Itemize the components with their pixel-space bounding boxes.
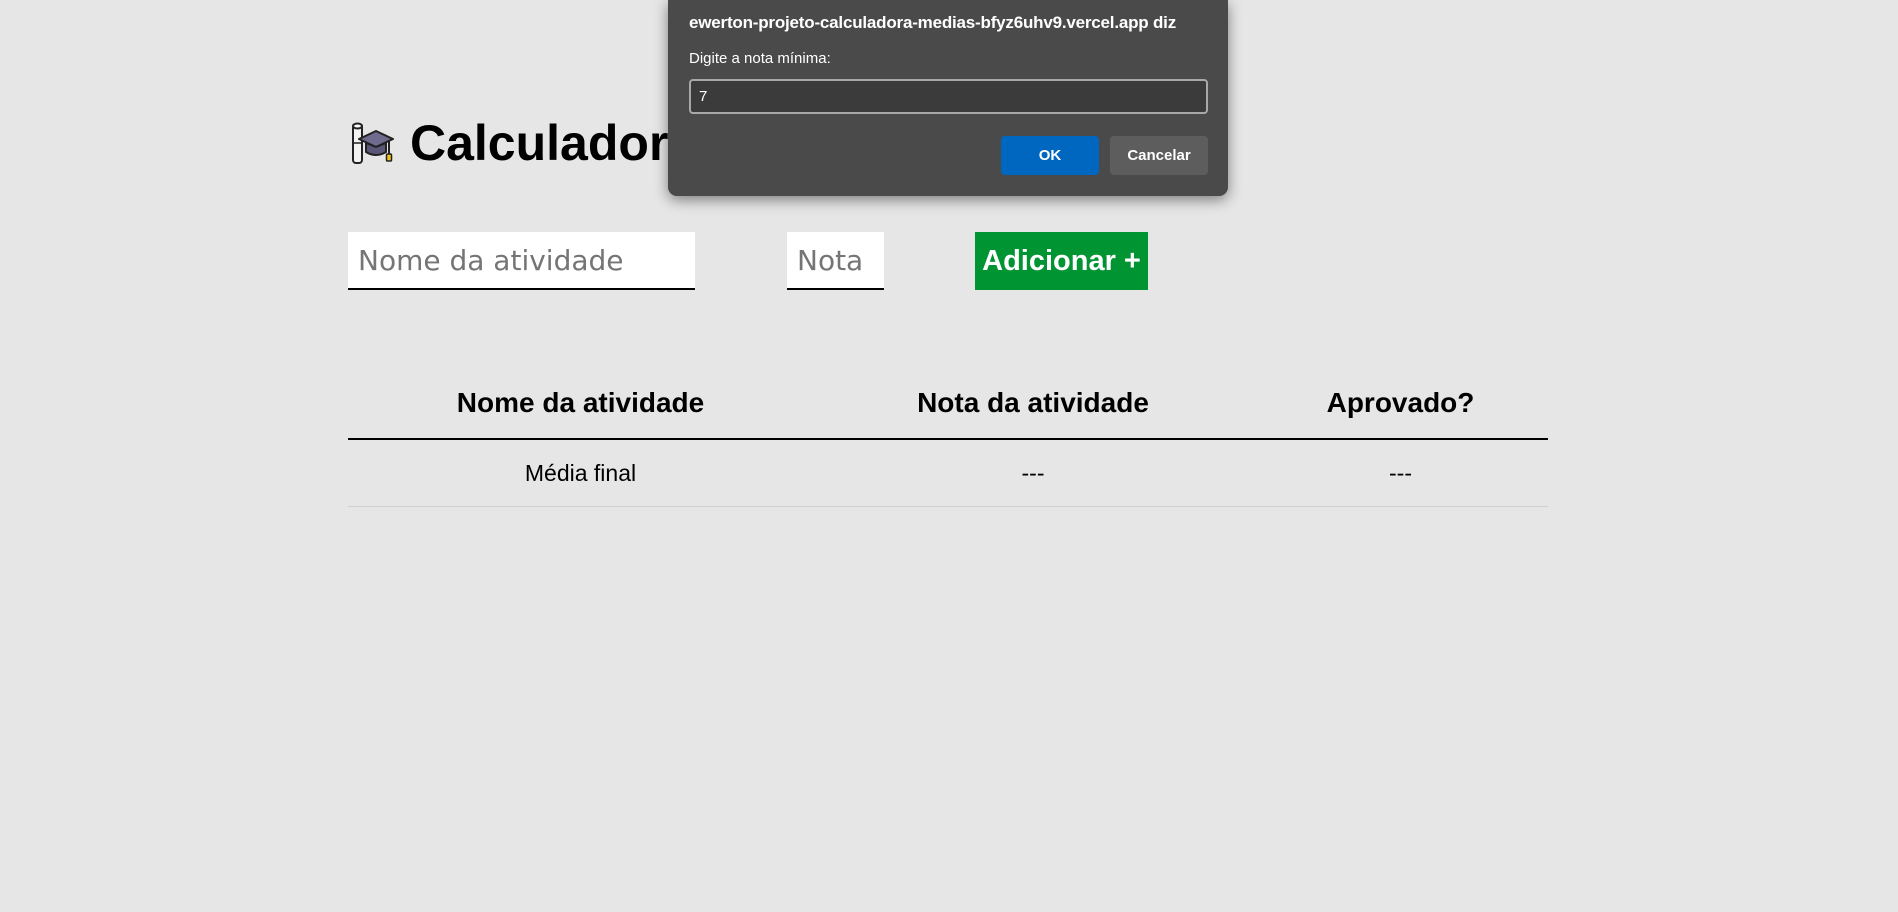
column-header-activity-name: Nome da atividade	[348, 368, 813, 440]
activity-name-input[interactable]	[348, 232, 695, 290]
activities-table: Nome da atividade Nota da atividade Apro…	[348, 368, 1548, 507]
graduation-cap-icon	[348, 119, 394, 167]
column-header-activity-grade: Nota da atividade	[813, 368, 1253, 440]
final-average-row: Média final --- ---	[348, 439, 1548, 507]
cancel-button[interactable]: Cancelar	[1110, 136, 1208, 175]
prompt-dialog: ewerton-projeto-calculadora-medias-bfyz6…	[668, 0, 1228, 196]
dialog-message: Digite a nota mínima:	[689, 50, 831, 67]
page-title: Calculadora	[410, 115, 697, 171]
dialog-title: ewerton-projeto-calculadora-medias-bfyz6…	[689, 13, 1176, 32]
ok-button[interactable]: OK	[1001, 136, 1099, 175]
app-header: Calculadora	[348, 118, 696, 168]
table-header-row: Nome da atividade Nota da atividade Apro…	[348, 368, 1548, 440]
final-result-value: ---	[1253, 439, 1548, 507]
column-header-approved: Aprovado?	[1253, 368, 1548, 440]
final-average-label: Média final	[348, 439, 813, 507]
final-average-value: ---	[813, 439, 1253, 507]
dialog-input[interactable]	[689, 79, 1208, 114]
grade-input[interactable]	[787, 232, 884, 290]
add-activity-button[interactable]: Adicionar +	[975, 232, 1148, 290]
